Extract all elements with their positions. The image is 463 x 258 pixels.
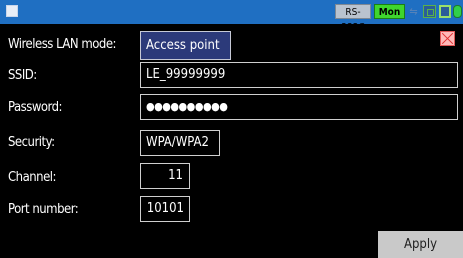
mode-select-button[interactable]: Access point [140, 31, 231, 60]
security-label: Security: [8, 135, 55, 150]
status-bar: RS-232C Mon ⇋ [0, 0, 463, 33]
apply-button[interactable]: Apply [378, 231, 463, 258]
mode-label: Wireless LAN mode: [8, 37, 116, 52]
card-icon [439, 5, 451, 18]
rs232c-badge: RS-232C [335, 4, 371, 33]
close-icon[interactable] [440, 31, 455, 46]
lan-icon [423, 5, 436, 18]
port-field[interactable]: 10101 [140, 196, 190, 222]
battery-icon [453, 5, 462, 18]
ssid-label: SSID: [8, 68, 37, 83]
password-label: Password: [8, 100, 63, 115]
channel-label: Channel: [8, 170, 56, 185]
channel-field[interactable]: 11 [140, 163, 190, 189]
password-field[interactable]: ●●●●●●●●●● [140, 94, 458, 120]
monitor-badge: Mon [374, 4, 405, 19]
usb-icon: ⇋ [409, 5, 418, 18]
window-icon [6, 5, 18, 17]
port-label: Port number: [8, 202, 79, 217]
ssid-field[interactable]: LE_99999999 [140, 62, 458, 88]
security-field[interactable]: WPA/WPA2 [140, 130, 220, 156]
